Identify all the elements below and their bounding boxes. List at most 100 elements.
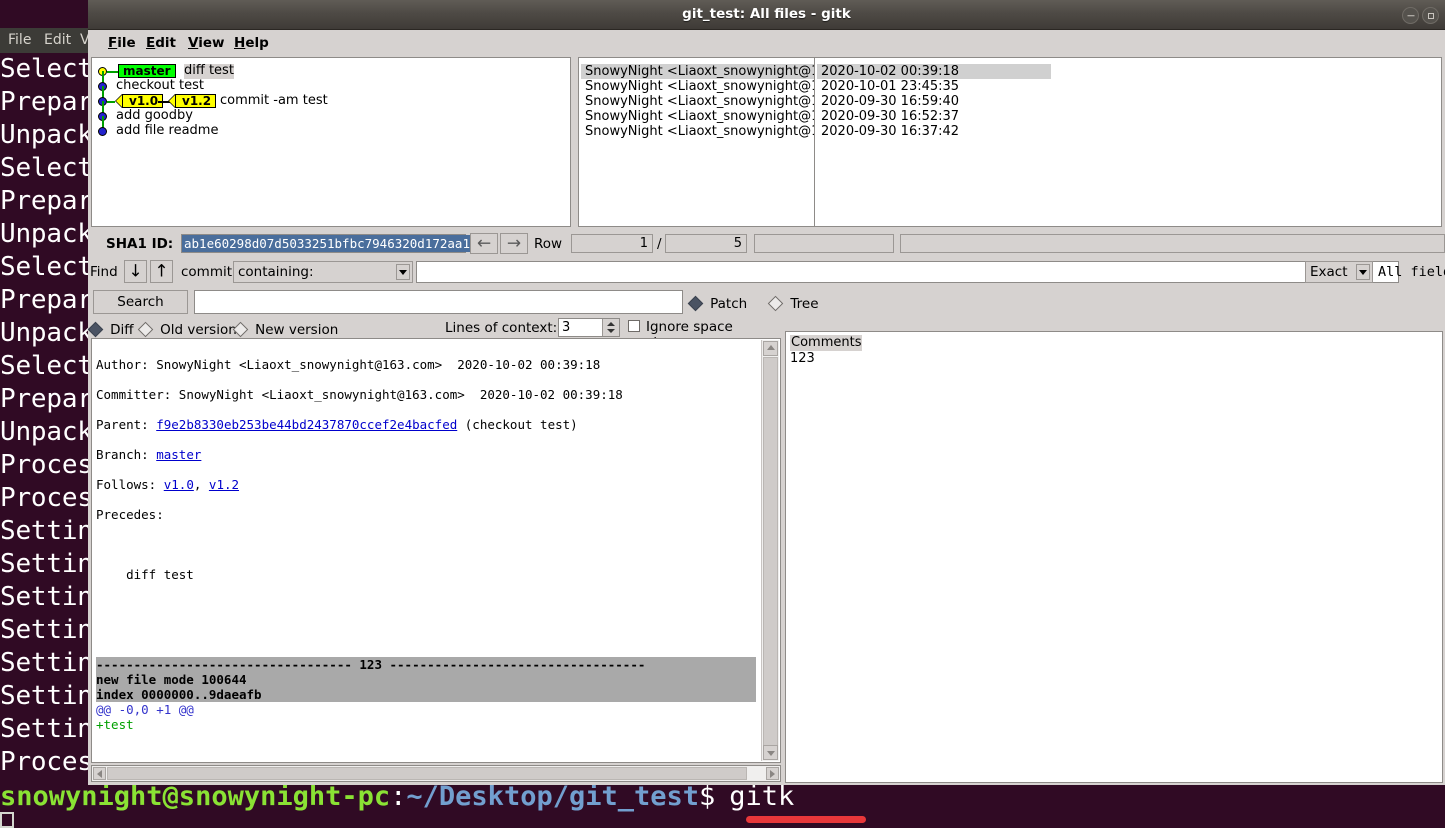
- bg-term-line: Select: [0, 252, 92, 282]
- chevron-down-icon[interactable]: [1356, 264, 1370, 280]
- commit-subject[interactable]: add goodby: [116, 109, 193, 124]
- scroll-up-button[interactable]: [763, 341, 778, 356]
- radio-patch-icon: [687, 295, 704, 312]
- diff-file-header: ---------------------------------- 123 -…: [96, 657, 756, 672]
- scroll-right-button[interactable]: [766, 767, 779, 780]
- bg-term-line: Select: [0, 153, 92, 183]
- find-prev-button[interactable]: ↑: [150, 260, 173, 283]
- ref-label-v10[interactable]: v1.0: [122, 94, 164, 108]
- bg-term-line: Unpack: [0, 417, 92, 447]
- menu-view[interactable]: View: [188, 35, 224, 51]
- commit-subject[interactable]: commit -am test: [220, 94, 328, 109]
- date-cell[interactable]: 2020-10-02 00:39:18: [817, 64, 1051, 79]
- nav-back-button[interactable]: ←: [470, 233, 498, 254]
- graph-row[interactable]: v1.0 v1.2 commit -am test: [92, 86, 570, 116]
- date-cell[interactable]: 2020-09-30 16:52:37: [817, 109, 1443, 124]
- menu-help[interactable]: Help: [234, 35, 269, 51]
- author-cell[interactable]: SnowyNight <Liaoxt_snowynight@16:: [581, 64, 819, 79]
- diff-committer-line: Committer: SnowyNight <Liaoxt_snowynight…: [96, 387, 756, 402]
- diff-hunk-header: @@ -0,0 +1 @@: [96, 702, 194, 717]
- ref-label-master[interactable]: master: [118, 64, 176, 78]
- hscroll-thumb[interactable]: [107, 767, 747, 780]
- parent-sha-link[interactable]: f9e2b8330eb253be44bd2437870ccef2e4bacfed: [156, 417, 457, 432]
- date-column-panel[interactable]: 2020-10-02 00:39:18 2020-10-01 23:45:35 …: [814, 57, 1442, 227]
- date-cell[interactable]: 2020-10-01 23:45:35: [817, 79, 1443, 94]
- diff-horizontal-scrollbar[interactable]: [91, 765, 781, 782]
- author-cell[interactable]: SnowyNight <Liaoxt_snowynight@16:: [581, 109, 819, 124]
- radio-tree[interactable]: Tree: [768, 293, 830, 312]
- maximize-button[interactable]: [1422, 7, 1439, 24]
- follows-link-v10[interactable]: v1.0: [164, 477, 194, 492]
- author-cell[interactable]: SnowyNight <Liaoxt_snowynight@16:: [581, 124, 819, 139]
- diff-author-value: SnowyNight <Liaoxt_snowynight@163.com> 2…: [156, 357, 601, 372]
- diff-follows-line: Follows: v1.0, v1.2: [96, 477, 240, 492]
- radio-old-version-icon: [137, 321, 154, 338]
- radio-new-version[interactable]: New version: [232, 319, 350, 338]
- ref-label-v12[interactable]: v1.2: [175, 94, 217, 108]
- window-title: git_test: All files - gitk: [682, 6, 851, 22]
- bg-term-line: Settin: [0, 681, 92, 711]
- author-column-panel[interactable]: SnowyNight <Liaoxt_snowynight@16: SnowyN…: [578, 57, 819, 227]
- comments-panel[interactable]: Comments 123: [785, 331, 1443, 783]
- scroll-down-button[interactable]: [763, 745, 778, 760]
- branch-link[interactable]: master: [156, 447, 201, 462]
- comments-header: Comments: [790, 335, 863, 351]
- sha1-input[interactable]: ab1e60298d07d5033251bfbc7946320d172aa165: [181, 234, 488, 253]
- row-current-value[interactable]: 1: [571, 234, 653, 253]
- window-titlebar[interactable]: git_test: All files - gitk: [88, 0, 1445, 30]
- find-scope-label[interactable]: All field: [1378, 264, 1445, 280]
- diff-branch-line: Branch: master: [96, 447, 756, 462]
- commit-subject[interactable]: diff test: [184, 64, 234, 79]
- follows-link-v12[interactable]: v1.2: [209, 477, 239, 492]
- bg-term-line: Settin: [0, 615, 92, 645]
- chevron-down-icon[interactable]: [396, 264, 410, 280]
- commit-node[interactable]: [98, 127, 107, 136]
- ignore-space-checkbox[interactable]: [628, 320, 640, 332]
- date-cell[interactable]: 2020-09-30 16:59:40: [817, 94, 1443, 109]
- find-query-input[interactable]: [416, 261, 1399, 283]
- comments-text: Comments 123: [790, 335, 863, 367]
- bg-term-line: Prepar: [0, 384, 92, 414]
- find-field-dropdown[interactable]: containing:: [233, 261, 413, 283]
- search-input[interactable]: [194, 290, 683, 314]
- graph-row[interactable]: add goodby: [92, 101, 570, 131]
- radio-tree-icon: [768, 295, 784, 312]
- bg-term-line: Settin: [0, 714, 92, 744]
- find-match-dropdown[interactable]: Exact: [1305, 261, 1373, 283]
- nav-forward-button[interactable]: →: [500, 233, 528, 254]
- author-cell[interactable]: SnowyNight <Liaoxt_snowynight@16:: [581, 79, 819, 94]
- find-next-button[interactable]: ↓: [124, 260, 147, 283]
- diff-vertical-scrollbar[interactable]: [761, 340, 779, 761]
- stepper-arrows-icon[interactable]: [602, 319, 619, 336]
- graph-row[interactable]: checkout test: [92, 71, 570, 101]
- author-cell[interactable]: SnowyNight <Liaoxt_snowynight@16:: [581, 94, 819, 109]
- menu-edit[interactable]: Edit: [146, 35, 176, 51]
- radio-patch[interactable]: Patch: [687, 293, 759, 312]
- radio-new-version-label: New version: [255, 322, 339, 338]
- bg-term-line: Unpack: [0, 318, 92, 348]
- bg-term-line: Unpack: [0, 219, 92, 249]
- row-total-value[interactable]: 5: [665, 234, 747, 253]
- graph-row[interactable]: master diff test: [92, 64, 570, 86]
- menu-file[interactable]: File: [108, 35, 136, 51]
- commit-subject[interactable]: checkout test: [116, 79, 204, 94]
- minimize-button[interactable]: [1402, 7, 1419, 24]
- bg-menu-file[interactable]: File: [8, 32, 31, 48]
- search-button[interactable]: Search: [93, 290, 188, 314]
- date-cell[interactable]: 2020-09-30 16:37:42: [817, 124, 1443, 139]
- bg-term-line: Proces: [0, 450, 92, 480]
- scroll-left-button[interactable]: [93, 767, 106, 780]
- commit-graph-panel[interactable]: master diff test checkout test v1.0 v1.2…: [91, 57, 571, 227]
- commit-subject[interactable]: add file readme: [116, 124, 218, 139]
- radio-diff-icon: [87, 321, 104, 338]
- author-rows: SnowyNight <Liaoxt_snowynight@16: SnowyN…: [581, 64, 819, 139]
- diff-commit-message: diff test: [96, 567, 194, 582]
- scroll-thumb[interactable]: [763, 357, 778, 747]
- bg-term-line: Select: [0, 54, 92, 84]
- diff-panel[interactable]: Author: SnowyNight <Liaoxt_snowynight@16…: [91, 338, 781, 763]
- bg-term-line: Select: [0, 351, 92, 381]
- lines-of-context-stepper[interactable]: 3: [558, 318, 620, 337]
- graph-row[interactable]: add file readme: [92, 116, 570, 139]
- row-wide-spacer-box: [900, 234, 1445, 253]
- bg-menu-edit[interactable]: Edit: [44, 32, 71, 48]
